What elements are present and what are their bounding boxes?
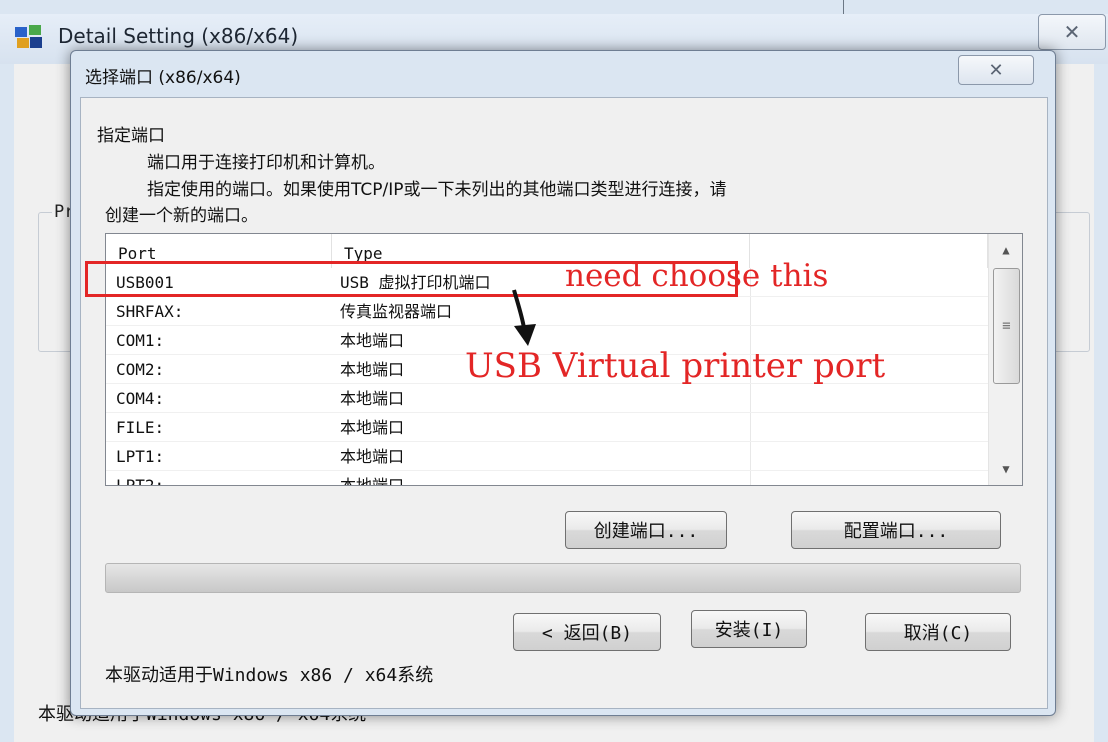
row-port: LPT2: [116,476,165,486]
dialog-close-button[interactable]: ✕ [958,55,1034,85]
install-button[interactable]: 安装(I) [691,610,807,648]
annotation-need-choose: need choose this [565,258,829,294]
row-type: 本地端口 [340,331,405,350]
row-type: 本地端口 [340,447,405,466]
cancel-button[interactable]: 取消(C) [865,613,1011,651]
row-port: COM4: [116,389,165,408]
scroll-up-icon[interactable]: ▲ [989,234,1022,266]
description-line-1: 端口用于连接打印机和计算机。 [147,153,385,173]
row-port: COM1: [116,331,165,350]
row-type: 本地端口 [340,389,405,408]
list-row-lpt2[interactable]: LPT2: 本地端口 [106,471,988,486]
progress-bar [105,563,1021,593]
outer-window-title: Detail Setting (x86/x64) [58,24,299,48]
configure-port-button[interactable]: 配置端口... [791,511,1001,549]
app-icon [15,25,42,48]
row-port: COM2: [116,360,165,379]
row-port: SHRFAX: [116,302,184,321]
close-icon: ✕ [988,59,1004,81]
description-line-2: 指定使用的端口。如果使用TCP/IP或一下未列出的其他端口类型进行连接，请 [147,180,727,200]
arrow-icon [512,289,536,346]
scroll-down-icon[interactable]: ▼ [989,453,1022,485]
scrollbar-thumb[interactable]: ≡ [993,268,1020,384]
close-icon: ✕ [1063,20,1081,44]
row-port: FILE: [116,418,165,437]
row-type: 本地端口 [340,418,405,437]
list-scrollbar[interactable]: ▲ ≡ ▼ [988,234,1022,485]
row-type: 传真监视器端口 [340,302,453,321]
dialog-title: 选择端口 (x86/x64) [85,68,241,88]
grip-icon: ≡ [1002,318,1011,334]
description-line-3: 创建一个新的端口。 [105,206,258,226]
row-type: 本地端口 [340,360,405,379]
list-row-file[interactable]: FILE: 本地端口 [106,413,988,442]
back-button[interactable]: < 返回(B) [513,613,661,651]
list-row-lpt1[interactable]: LPT1: 本地端口 [106,442,988,471]
window-edge-line [843,0,844,14]
create-port-button[interactable]: 创建端口... [565,511,727,549]
list-row-com4[interactable]: COM4: 本地端口 [106,384,988,413]
list-row-shrfax[interactable]: SHRFAX: 传真监视器端口 [106,297,988,326]
annotation-usb-virtual-port: USB Virtual printer port [465,346,886,386]
outer-close-button[interactable]: ✕ [1038,14,1106,50]
row-port: LPT1: [116,447,165,466]
row-type: 本地端口 [340,476,405,486]
dialog-footer-text: 本驱动适用于Windows x86 / x64系统 [105,665,434,686]
section-heading: 指定端口 [97,126,165,146]
